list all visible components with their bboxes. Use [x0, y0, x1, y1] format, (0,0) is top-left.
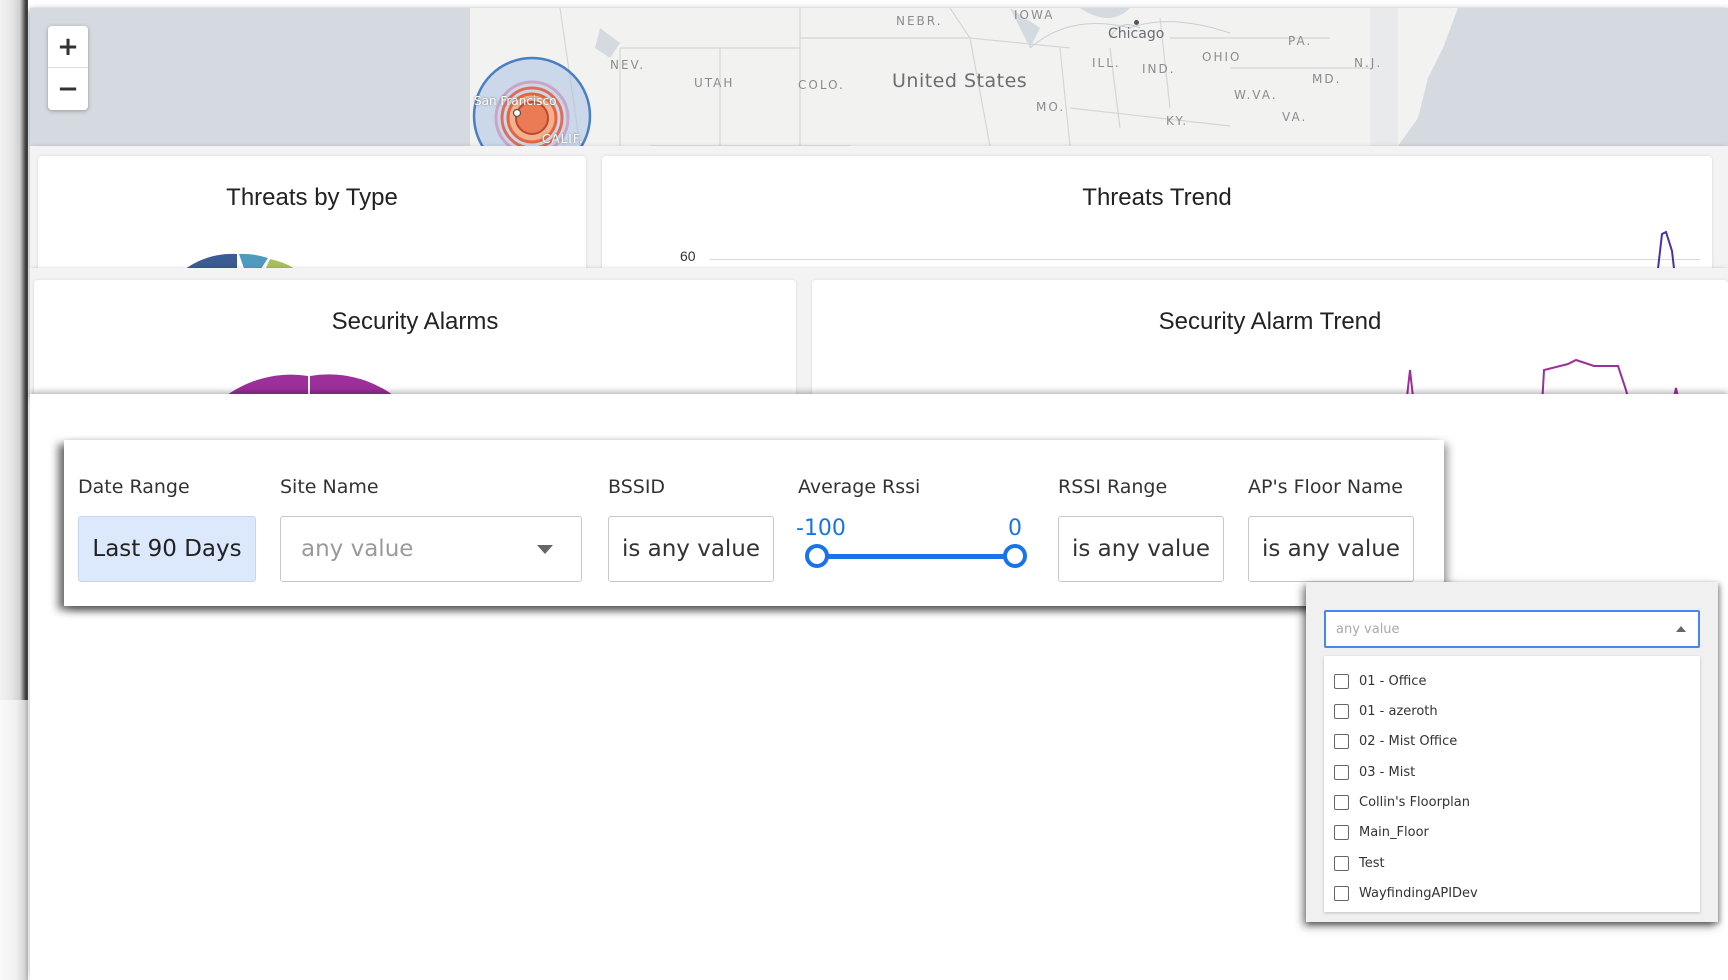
threats-by-type-pie	[186, 253, 294, 268]
floor-option-label: WayfindingAPIDev	[1359, 885, 1478, 901]
checkbox[interactable]	[1334, 855, 1349, 871]
map-panel[interactable]: NEBR. IOWA Chicago PA. NEV. OHIO N.J. IL…	[30, 8, 1728, 146]
average-rssi-min-handle[interactable]	[805, 544, 829, 568]
map-label-mo: MO.	[1036, 100, 1066, 114]
map-label-utah: UTAH	[694, 76, 735, 90]
site-name-label: Site Name	[280, 476, 379, 498]
bssid-filter-button[interactable]: is any value	[608, 516, 774, 582]
checkbox[interactable]	[1334, 733, 1349, 749]
checkbox[interactable]	[1334, 885, 1349, 901]
chevron-down-icon	[537, 545, 553, 554]
map-label-va: VA.	[1282, 110, 1308, 124]
floor-option-label: Collin's Floorplan	[1359, 794, 1470, 810]
pie-slice	[228, 374, 308, 394]
alarms-section: Security Alarms Security Alarm Trend	[30, 268, 1728, 394]
map-ocean-east	[1398, 8, 1728, 146]
date-range-button[interactable]: Last 90 Days	[78, 516, 256, 582]
map-ocean-west	[30, 8, 500, 146]
average-rssi-max-handle[interactable]	[1003, 544, 1027, 568]
site-name-select[interactable]: any value	[280, 516, 582, 582]
map-label-pa: PA.	[1288, 34, 1313, 48]
map-label-ky: KY.	[1166, 114, 1189, 128]
map-label-nev: NEV.	[610, 58, 646, 72]
floor-option[interactable]: WayfindingAPIDev	[1334, 880, 1478, 906]
checkbox[interactable]	[1334, 824, 1349, 840]
threats-trend-line	[1657, 230, 1675, 268]
map-label-united-states: United States	[892, 70, 1028, 92]
floor-option[interactable]: 01 - azeroth	[1334, 698, 1438, 724]
map-zoom-control: + −	[48, 26, 88, 110]
average-rssi-max-value: 0	[1008, 516, 1022, 541]
chicago-marker	[1134, 20, 1139, 25]
rssi-range-label: RSSI Range	[1058, 476, 1168, 498]
security-alarms-pie	[228, 374, 392, 394]
floor-option[interactable]: Test	[1334, 850, 1385, 876]
map-label-nj: N.J.	[1354, 56, 1383, 70]
security-alarms-panel: Security Alarms	[34, 280, 796, 394]
rssi-range-filter-button[interactable]: is any value	[1058, 516, 1224, 582]
average-rssi-min-value: -100	[796, 516, 846, 541]
zoom-out-button[interactable]: −	[48, 68, 88, 110]
site-name-placeholder: any value	[301, 536, 414, 562]
average-rssi-label: Average Rssi	[798, 476, 921, 498]
bssid-label: BSSID	[608, 476, 666, 498]
map-label-wva: W.VA.	[1234, 88, 1278, 102]
map-label-colo: COLO.	[798, 78, 845, 92]
dashboard-screenshot: NEBR. IOWA Chicago PA. NEV. OHIO N.J. IL…	[0, 0, 1728, 980]
floor-name-search-input[interactable]: any value	[1324, 610, 1700, 648]
pie-slice	[186, 253, 237, 268]
map-label-calif: CALIF.	[542, 132, 584, 146]
zoom-in-button[interactable]: +	[48, 26, 88, 68]
floor-option[interactable]: 01 - Office	[1334, 668, 1426, 694]
checkbox[interactable]	[1334, 764, 1349, 780]
map-label-nebr: NEBR.	[896, 14, 943, 28]
floor-option-label: 01 - azeroth	[1359, 703, 1438, 719]
threats-by-type-panel: Threats by Type	[38, 156, 586, 268]
floor-option[interactable]: Collin's Floorplan	[1334, 789, 1470, 815]
average-rssi-slider-track[interactable]	[820, 554, 1018, 559]
floor-option-label: Main_Floor	[1359, 824, 1429, 840]
floor-name-options-list: 01 - Office 01 - azeroth 02 - Mist Offic…	[1324, 656, 1700, 912]
floor-name-dropdown: any value 01 - Office 01 - azeroth 02 - …	[1306, 582, 1718, 922]
checkbox[interactable]	[1334, 673, 1349, 689]
threats-trend-panel: Threats Trend 60	[602, 156, 1712, 268]
map-label-ohio: OHIO	[1202, 50, 1242, 64]
checkbox[interactable]	[1334, 703, 1349, 719]
floor-option-label: 03 - Mist	[1359, 764, 1416, 780]
ap-floor-name-label: AP's Floor Name	[1248, 476, 1403, 498]
floor-option-label: 02 - Mist Office	[1359, 733, 1458, 749]
map-label-ill: ILL.	[1092, 56, 1121, 70]
floor-option[interactable]: 03 - Mist	[1334, 759, 1415, 785]
ap-floor-name-filter-button[interactable]: is any value	[1248, 516, 1414, 582]
map-label-md: MD.	[1312, 72, 1342, 86]
window-edge-shadow	[0, 0, 28, 700]
security-alarm-trend-line	[1406, 358, 1679, 394]
pie-slice	[239, 253, 268, 268]
floor-option-label: Test	[1359, 855, 1385, 871]
checkbox[interactable]	[1334, 794, 1349, 810]
filter-bar: Date Range Last 90 Days Site Name any va…	[64, 440, 1444, 606]
security-alarm-trend-panel: Security Alarm Trend	[812, 280, 1728, 394]
floor-option[interactable]: Main_Floor	[1334, 819, 1429, 845]
threat-cluster-marker[interactable]: San Francisco CALIF.	[462, 56, 612, 146]
floor-option-label: 01 - Office	[1359, 673, 1427, 689]
map-label-ind: IND.	[1142, 62, 1176, 76]
map-label-chicago: Chicago	[1108, 26, 1165, 42]
chevron-up-icon[interactable]	[1676, 626, 1686, 632]
floor-option[interactable]: 02 - Mist Office	[1334, 728, 1457, 754]
window-edge-shadow-lower	[0, 700, 28, 980]
floor-name-search-placeholder: any value	[1336, 621, 1400, 637]
pie-slice	[310, 374, 392, 394]
date-range-label: Date Range	[78, 476, 190, 498]
map-label-iowa: IOWA	[1014, 8, 1055, 22]
threats-section: Threats by Type Threats Trend 60	[30, 146, 1728, 268]
map-label-san-francisco: San Francisco	[474, 94, 557, 108]
